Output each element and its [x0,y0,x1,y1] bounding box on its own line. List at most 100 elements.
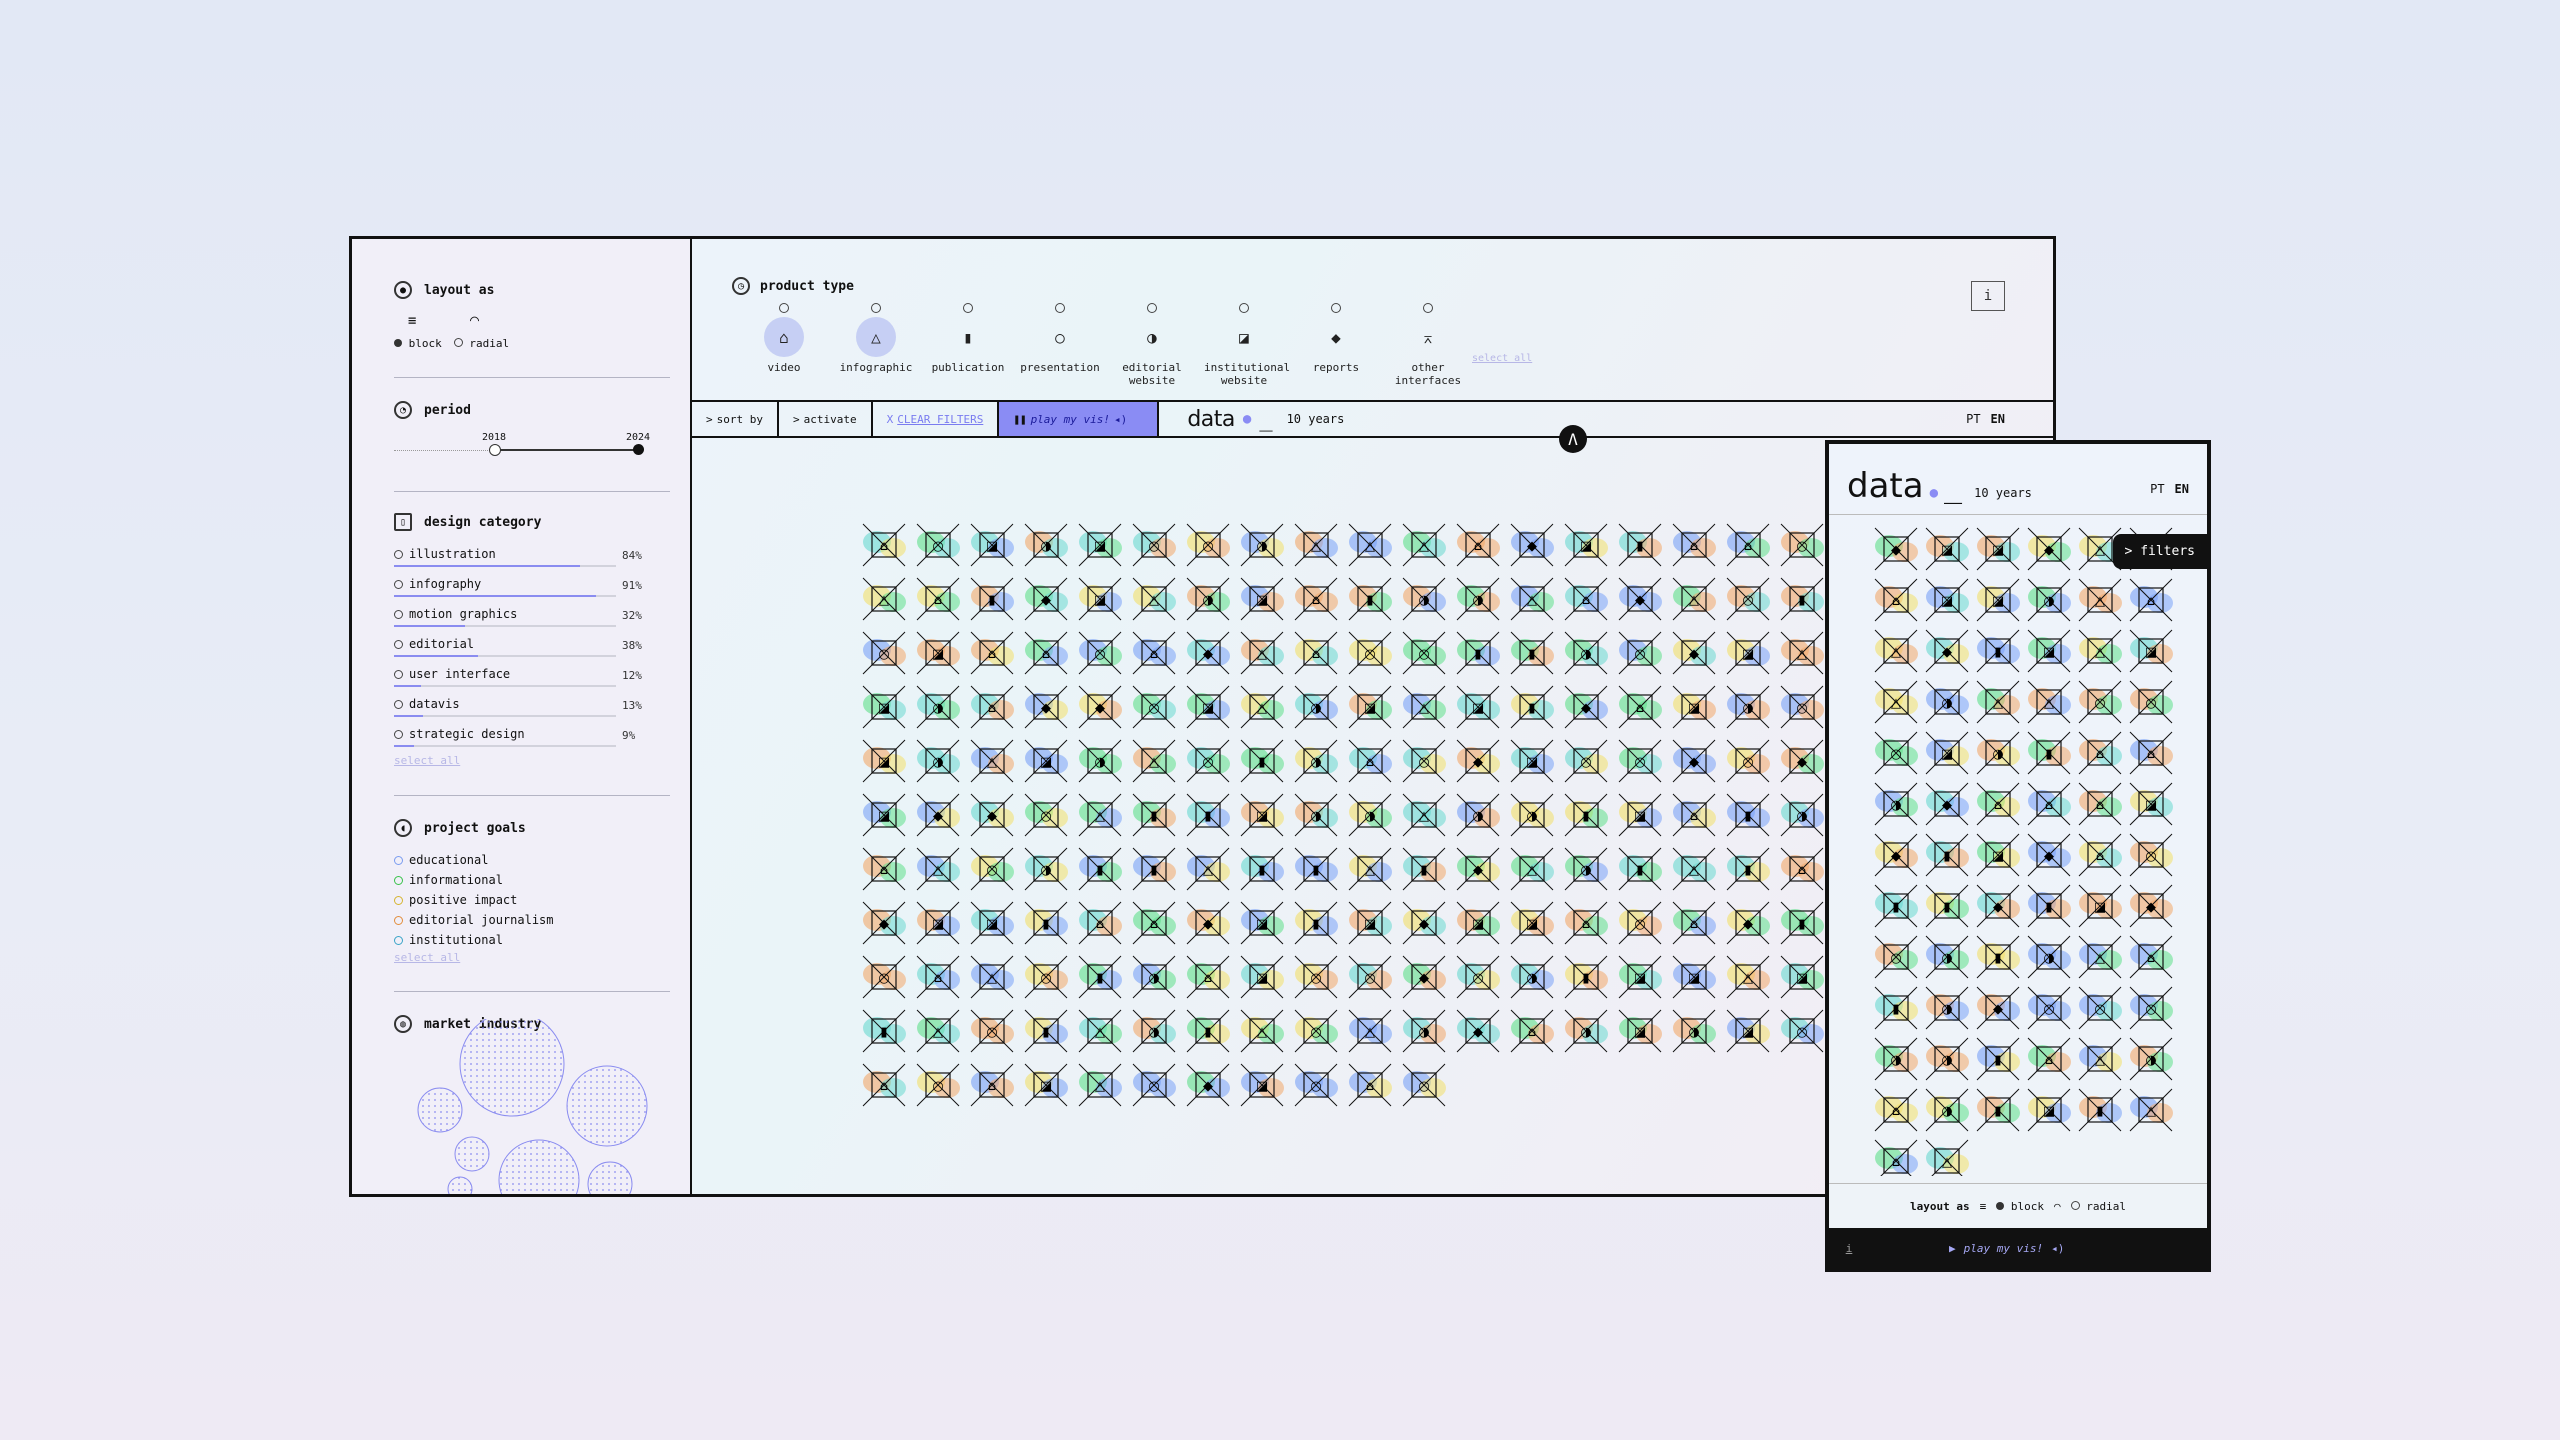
project-glyph[interactable]: ◆ [1451,1004,1505,1058]
project-glyph[interactable]: △ [1127,734,1181,788]
project-glyph[interactable]: ⌂ [1667,896,1721,950]
project-glyph[interactable]: △ [1775,626,1829,680]
goal-item[interactable]: educational [394,853,488,867]
project-glyph[interactable]: ◪ [1613,1004,1667,1058]
project-glyph[interactable]: ▮ [1235,842,1289,896]
industry-bubble[interactable] [587,1161,633,1197]
mobile-lang-en[interactable]: EN [2175,482,2189,496]
project-glyph[interactable]: ▮ [1073,842,1127,896]
scroll-up-button[interactable]: Λ [1559,425,1587,453]
project-glyph[interactable]: △ [2073,624,2127,678]
project-glyph[interactable]: ○ [1019,950,1073,1004]
layout-option-block[interactable]: block [394,337,442,350]
project-glyph[interactable]: ⌂ [1451,518,1505,572]
project-glyph[interactable]: ◆ [1073,680,1127,734]
project-glyph[interactable]: △ [965,950,1019,1004]
select-all-categories[interactable]: select all [394,754,460,767]
project-glyph[interactable]: ⌂ [1181,950,1235,1004]
project-glyph[interactable]: ◑ [2022,930,2076,984]
project-glyph[interactable]: ⌂ [1667,788,1721,842]
project-glyph[interactable]: △ [1127,572,1181,626]
project-glyph[interactable]: ⌂ [911,572,965,626]
project-glyph[interactable]: ◪ [1073,572,1127,626]
select-all-product-types[interactable]: select all [1472,353,1532,364]
project-glyph[interactable]: ○ [1073,626,1127,680]
industry-bubble[interactable] [566,1065,648,1147]
project-glyph[interactable]: ◑ [1019,518,1073,572]
project-glyph[interactable]: ⌂ [2124,726,2178,780]
mobile-layout-block[interactable]: block [1996,1200,2044,1213]
project-glyph[interactable]: ▮ [1559,788,1613,842]
project-glyph[interactable]: ◑ [1235,518,1289,572]
mobile-lang-pt[interactable]: PT [2150,482,2164,496]
project-glyph[interactable]: ○ [1127,1058,1181,1112]
project-glyph[interactable]: ◆ [1019,572,1073,626]
project-glyph[interactable]: ◆ [1181,626,1235,680]
project-glyph[interactable]: ○ [1289,950,1343,1004]
project-glyph[interactable]: △ [1397,518,1451,572]
project-glyph[interactable]: △ [1971,675,2025,729]
project-glyph[interactable]: ○ [1343,626,1397,680]
project-glyph[interactable]: ◪ [965,518,1019,572]
project-glyph[interactable]: ⌂ [1869,1134,1923,1176]
project-glyph[interactable]: ○ [1613,626,1667,680]
project-glyph[interactable]: ▮ [1559,950,1613,1004]
project-glyph[interactable]: ○ [1775,680,1829,734]
project-glyph[interactable]: △ [2022,675,2076,729]
project-glyph[interactable]: ▮ [1613,842,1667,896]
project-glyph[interactable]: ◪ [1019,734,1073,788]
project-glyph[interactable]: ▮ [1235,734,1289,788]
project-glyph[interactable]: ◆ [1505,518,1559,572]
project-glyph[interactable]: ▮ [1505,680,1559,734]
filters-button[interactable]: > filters [2112,534,2207,569]
project-glyph[interactable]: △ [1289,518,1343,572]
project-glyph[interactable]: ▮ [1289,842,1343,896]
project-glyph[interactable]: ◑ [1920,981,1974,1035]
project-glyph[interactable]: △ [1073,788,1127,842]
project-glyph[interactable]: △ [1920,1134,1974,1176]
project-glyph[interactable]: ⌂ [857,1058,911,1112]
radial-layout-icon[interactable]: ◠ [2054,1200,2061,1213]
project-glyph[interactable]: △ [1869,675,1923,729]
project-glyph[interactable]: ⌂ [1289,572,1343,626]
project-glyph[interactable]: ○ [1721,734,1775,788]
play-vis-button[interactable]: ❚❚ play my vis! ◂) [999,402,1160,436]
project-glyph[interactable]: ◪ [1971,573,2025,627]
project-glyph[interactable]: ⌂ [1073,896,1127,950]
project-glyph[interactable]: ⌂ [1127,896,1181,950]
project-glyph[interactable]: △ [1397,680,1451,734]
project-glyph[interactable]: ◑ [2124,1032,2178,1086]
project-glyph[interactable]: ○ [2124,828,2178,882]
project-glyph[interactable]: ◑ [1343,788,1397,842]
category-item[interactable]: infography 91% [394,577,642,597]
project-glyph[interactable]: ◪ [1721,626,1775,680]
project-glyph[interactable]: ◪ [1667,680,1721,734]
project-glyph[interactable]: ◆ [1869,828,1923,882]
project-glyph[interactable]: △ [2124,1083,2178,1137]
project-glyph[interactable]: ◑ [1920,930,1974,984]
project-glyph[interactable]: △ [1343,518,1397,572]
mobile-info-button[interactable]: i [1829,1242,1869,1255]
info-button[interactable]: i [1971,281,2005,311]
project-glyph[interactable]: ◑ [1559,1004,1613,1058]
project-glyph[interactable]: ▮ [1920,828,1974,882]
project-glyph[interactable]: ○ [857,950,911,1004]
project-glyph[interactable]: ◪ [2073,879,2127,933]
goal-item[interactable]: institutional [394,933,503,947]
project-glyph[interactable]: △ [1343,842,1397,896]
project-glyph[interactable]: ◪ [1505,896,1559,950]
category-item[interactable]: editorial 38% [394,637,642,657]
project-glyph[interactable]: ▮ [965,572,1019,626]
project-glyph[interactable]: △ [1505,572,1559,626]
project-glyph[interactable]: ◑ [1559,842,1613,896]
project-glyph[interactable]: ◪ [1920,573,1974,627]
block-layout-icon[interactable]: ≡ [1980,1200,1987,1213]
project-glyph[interactable]: ⌂ [1019,626,1073,680]
project-glyph[interactable]: ○ [1343,950,1397,1004]
project-glyph[interactable]: ◑ [1667,1004,1721,1058]
project-glyph[interactable]: ◆ [1451,842,1505,896]
project-glyph[interactable]: ▮ [1127,842,1181,896]
project-glyph[interactable]: ▮ [1971,930,2025,984]
category-item[interactable]: strategic design 9% [394,727,635,747]
project-glyph[interactable]: ◪ [1235,788,1289,842]
